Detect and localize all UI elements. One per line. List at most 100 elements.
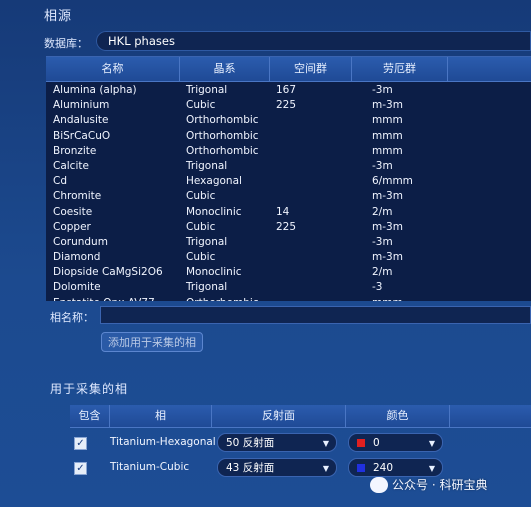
cell-name: Copper: [53, 220, 91, 233]
table-row[interactable]: Diopside CaMgSi2O6 Monoclinic 2/m: [46, 265, 531, 280]
cell-laue-group: mmm: [352, 296, 448, 301]
col-header-phase: 相: [110, 405, 212, 427]
cell-crystal-system: Orthorhombic: [180, 296, 270, 301]
cell-crystal-system: Cubic: [186, 220, 216, 233]
cell-space-group: [270, 113, 352, 128]
cell-laue-group: -3: [372, 281, 383, 294]
phase-table[interactable]: 名称 晶系 空间群 劳厄群 Alumina (alpha) Trigonal 167…: [46, 56, 531, 301]
cell-space-group: [270, 144, 352, 159]
color-dropdown[interactable]: 240 ▼: [348, 458, 443, 477]
cell-laue-group: mmm: [372, 114, 403, 127]
reflectors-dropdown[interactable]: 50 反射面 ▼: [217, 433, 337, 452]
table-row[interactable]: Cd Hexagonal 6/mmm: [46, 174, 531, 189]
include-checkbox[interactable]: ✓: [74, 462, 87, 475]
color-swatch: [357, 439, 365, 447]
col-header-color: 颜色: [346, 405, 450, 427]
cell-laue-group: m-3m: [372, 99, 403, 112]
col-header-space-group[interactable]: 空间群: [270, 57, 352, 81]
table-row[interactable]: Alumina (alpha) Trigonal 167 -3m: [46, 83, 531, 98]
include-checkbox[interactable]: ✓: [74, 437, 87, 450]
cell-laue-group: m-3m: [372, 251, 403, 264]
cell-name: Andalusite: [53, 114, 109, 127]
table-row[interactable]: Bronzite Orthorhombic mmm: [46, 144, 531, 159]
cell-name: Chromite: [53, 190, 102, 203]
col-header-include: 包含: [70, 405, 110, 427]
wechat-icon: [370, 476, 388, 493]
phase-label: Titanium-Hexagonal: [110, 436, 216, 448]
col-header-laue-group[interactable]: 劳厄群: [352, 57, 448, 81]
table-row[interactable]: Coesite Monoclinic 14 2/m: [46, 205, 531, 220]
cell-laue-group: 2/m: [372, 205, 393, 218]
cell-laue-group: mmm: [372, 144, 403, 157]
cell-space-group: [270, 189, 352, 204]
cell-space-group: 14: [276, 205, 290, 218]
reflectors-dropdown[interactable]: 43 反射面 ▼: [217, 458, 337, 477]
cell-crystal-system: Hexagonal: [186, 175, 242, 188]
cell-crystal-system: Cubic: [186, 251, 216, 264]
chevron-down-icon: ▼: [322, 439, 329, 448]
col-header-reflectors: 反射面: [212, 405, 346, 427]
cell-crystal-system: Trigonal: [186, 281, 228, 294]
cell-crystal-system: Monoclinic: [186, 205, 242, 218]
add-phase-button[interactable]: 添加用于采集的相: [101, 332, 203, 352]
cell-laue-group: -3m: [372, 84, 393, 96]
cell-name: Cd: [53, 175, 67, 188]
database-select[interactable]: HKL phases: [96, 31, 531, 51]
cell-space-group: 225: [276, 220, 297, 233]
phase-source-title: 相源: [44, 9, 73, 24]
cell-space-group: [270, 235, 352, 250]
table-row[interactable]: Aluminium Cubic 225 m-3m: [46, 98, 531, 113]
cell-name: Diopside CaMgSi2O6: [53, 266, 163, 279]
cell-space-group: 167: [276, 84, 297, 96]
phase-name-label: 相名称：: [50, 311, 94, 324]
col-header-name[interactable]: 名称: [46, 57, 180, 81]
table-row[interactable]: Corundum Trigonal -3m: [46, 235, 531, 250]
cell-name: Coesite: [53, 205, 93, 218]
table-row[interactable]: Dolomite Trigonal -3: [46, 280, 531, 295]
cell-name: Corundum: [53, 235, 108, 248]
table-row[interactable]: Diamond Cubic m-3m: [46, 250, 531, 265]
cell-space-group: [270, 174, 352, 189]
table-row[interactable]: Chromite Cubic m-3m: [46, 189, 531, 204]
cell-laue-group: -3m: [372, 235, 393, 248]
acquisition-row: ✓ Titanium-Hexagonal 50 反射面 ▼ 0 ▼: [70, 433, 531, 458]
cell-laue-group: 6/mmm: [372, 175, 413, 188]
cell-crystal-system: Orthorhombic: [186, 129, 259, 142]
table-row[interactable]: Andalusite Orthorhombic mmm: [46, 113, 531, 128]
col-header-empty: [450, 405, 531, 427]
table-row[interactable]: Calcite Trigonal -3m: [46, 159, 531, 174]
cell-space-group: [270, 250, 352, 265]
cell-crystal-system: Cubic: [186, 190, 216, 203]
cell-name: Calcite: [53, 159, 89, 172]
table-row[interactable]: Enstatite Opx AV77Orthorhombic mmm: [46, 296, 531, 301]
phase-name-input[interactable]: [100, 306, 531, 324]
cell-crystal-system: Trigonal: [186, 235, 228, 248]
database-label: 数据库：: [44, 37, 88, 50]
table-row[interactable]: Copper Cubic 225 m-3m: [46, 220, 531, 235]
cell-space-group: [270, 280, 352, 295]
cell-crystal-system: Orthorhombic: [186, 114, 259, 127]
col-header-crystal-system[interactable]: 晶系: [180, 57, 270, 81]
cell-name: Dolomite: [53, 281, 101, 294]
cell-crystal-system: Cubic: [186, 99, 216, 112]
cell-laue-group: m-3m: [372, 190, 403, 203]
cell-name: Bronzite: [53, 144, 97, 157]
cell-laue-group: m-3m: [372, 220, 403, 233]
phase-table-header: 名称 晶系 空间群 劳厄群: [46, 57, 531, 82]
cell-space-group: [270, 296, 352, 301]
cell-crystal-system: Orthorhombic: [186, 144, 259, 157]
acquisition-table: 包含 相 反射面 颜色 ✓ Titanium-Hexagonal 50 反射面 …: [70, 405, 531, 483]
phase-label: Titanium-Cubic: [110, 461, 190, 473]
cell-name: Enstatite Opx AV77: [46, 296, 180, 301]
cell-name: Alumina (alpha): [53, 84, 137, 96]
color-dropdown[interactable]: 0 ▼: [348, 433, 443, 452]
phase-table-body: Alumina (alpha) Trigonal 167 -3m Aluminium Cu…: [46, 83, 531, 301]
cell-space-group: [270, 265, 352, 280]
cell-name: Aluminium: [53, 99, 110, 112]
color-swatch: [357, 464, 365, 472]
cell-crystal-system: Trigonal: [186, 159, 228, 172]
watermark: 公众号 · 科研宝典: [370, 476, 487, 493]
table-row[interactable]: BiSrCaCuO Orthorhombic mmm: [46, 129, 531, 144]
cell-crystal-system: Trigonal: [186, 84, 228, 96]
cell-laue-group: 2/m: [372, 266, 393, 279]
